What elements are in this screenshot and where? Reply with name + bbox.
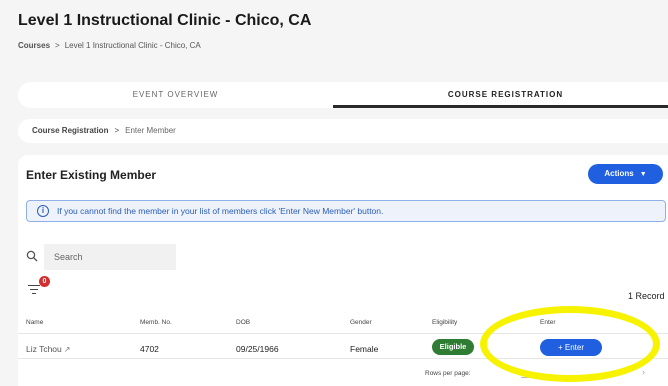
- column-header-gender[interactable]: Gender: [350, 319, 372, 326]
- record-count: 1 Record: [628, 291, 665, 301]
- eligibility-badge: Eligible: [432, 339, 474, 355]
- row-divider: [18, 358, 668, 359]
- member-name: Liz Tchou: [26, 344, 62, 354]
- header-divider: [18, 333, 668, 334]
- tab-bar: EVENT OVERVIEW COURSE REGISTRATION: [18, 82, 668, 108]
- next-page-icon[interactable]: ›: [642, 367, 645, 377]
- column-header-dob[interactable]: DOB: [236, 319, 250, 326]
- breadcrumb-separator: >: [55, 41, 60, 50]
- column-header-enter: Enter: [540, 319, 556, 326]
- member-name-link[interactable]: Liz Tchou ↗: [26, 344, 70, 354]
- enter-member-card: Enter Existing Member Actions ▼ i If you …: [18, 155, 668, 386]
- sub-breadcrumb-course-registration-link[interactable]: Course Registration: [32, 126, 108, 135]
- actions-button[interactable]: Actions ▼: [588, 164, 663, 184]
- active-tab-indicator: [333, 105, 668, 108]
- external-link-icon: ↗: [63, 345, 71, 354]
- search-icon: [26, 250, 38, 265]
- info-banner: i If you cannot find the member in your …: [26, 200, 666, 222]
- breadcrumb: Courses > Level 1 Instructional Clinic - C…: [18, 41, 201, 50]
- actions-label: Actions: [604, 169, 634, 178]
- caret-down-icon: ▼: [639, 171, 647, 178]
- breadcrumb-courses-link[interactable]: Courses: [18, 41, 50, 50]
- sub-breadcrumb: Course Registration > Enter Member: [18, 119, 668, 143]
- filter-count-badge: 0: [39, 276, 50, 287]
- filter-icon[interactable]: [28, 285, 40, 295]
- search-input[interactable]: Search: [44, 244, 176, 270]
- column-header-name[interactable]: Name: [26, 319, 43, 326]
- rows-per-page-label: Rows per page:: [425, 370, 471, 377]
- info-text: If you cannot find the member in your li…: [57, 206, 384, 216]
- member-gender: Female: [350, 344, 379, 354]
- rows-per-page-select[interactable]: [521, 377, 551, 378]
- column-header-memb-no[interactable]: Memb. No.: [140, 319, 172, 326]
- column-header-eligibility[interactable]: Eligibility: [432, 319, 457, 326]
- info-icon: i: [37, 205, 49, 217]
- enter-member-button[interactable]: + Enter: [540, 339, 602, 356]
- sub-breadcrumb-separator: >: [114, 126, 120, 135]
- breadcrumb-current: Level 1 Instructional Clinic - Chico, CA: [64, 41, 201, 50]
- member-dob: 09/25/1966: [236, 344, 279, 354]
- card-title: Enter Existing Member: [26, 168, 157, 182]
- sub-breadcrumb-current: Enter Member: [125, 126, 176, 135]
- page-title: Level 1 Instructional Clinic - Chico, CA: [18, 12, 312, 29]
- member-number: 4702: [140, 344, 159, 354]
- tab-event-overview[interactable]: EVENT OVERVIEW: [18, 82, 333, 108]
